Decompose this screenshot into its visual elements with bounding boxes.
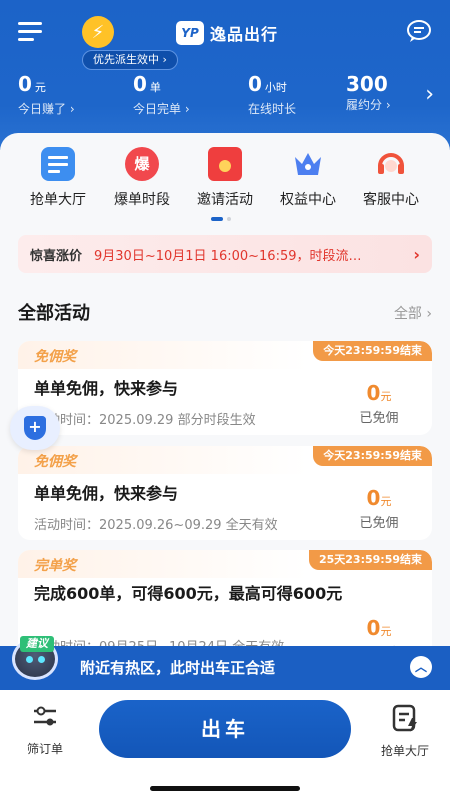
home-indicator xyxy=(150,786,300,791)
view-all-link[interactable]: 全部 › xyxy=(394,303,432,323)
quick-customer-service[interactable]: 客服中心 xyxy=(346,147,436,209)
crown-icon xyxy=(291,147,325,181)
card-tag: 完单奖 xyxy=(34,558,76,574)
order-hall-icon xyxy=(41,147,75,181)
card-tag: 免佣奖 xyxy=(34,349,76,365)
stat-online-hours: 0 小时 在线时长 xyxy=(248,72,297,116)
order-hall-icon xyxy=(392,704,417,732)
go-online-button[interactable]: 出车 xyxy=(99,700,351,758)
activity-card[interactable]: 免佣奖 今天23:59:59结束 单单免佣，快来参与 活动时间：2025.09.… xyxy=(18,446,432,540)
stats-more-icon[interactable]: › xyxy=(425,82,434,107)
activity-card[interactable]: 免佣奖 今天23:59:59结束 单单免佣，快来参与 活动时间：2025.09.… xyxy=(18,341,432,435)
stat-earnings[interactable]: 0元 今日赚了 › xyxy=(18,72,75,116)
surge-text: 9月30日~10月1日 16:00~16:59，时段流水惊... xyxy=(94,248,375,264)
brand-name: 逸品出行 xyxy=(210,25,279,44)
filter-sliders-icon xyxy=(34,706,56,726)
safety-shield-button[interactable]: + xyxy=(10,406,60,450)
hint-text: 附近有热区，此时出车正合适 xyxy=(80,659,276,677)
quick-order-hall[interactable]: 抢单大厅 xyxy=(13,147,103,209)
card-amount: 0元 已免佣 xyxy=(359,486,399,531)
stats-row: 0元 今日赚了 › 0单 今日完单 › 0 小时 在线时长 300 履约分 › › xyxy=(0,72,450,116)
card-meta: 活动时间：2025.09.29 部分时段生效 xyxy=(34,413,256,428)
surge-price-banner[interactable]: 惊喜涨价 9月30日~10月1日 16:00~16:59，时段流水惊... › xyxy=(18,235,432,273)
order-hall-tab[interactable]: 抢单大厅 xyxy=(370,704,440,759)
quick-actions: 抢单大厅 爆 爆单时段 邀请活动 权益中心 客服中心 xyxy=(0,147,450,227)
chevron-up-icon[interactable]: ︿ xyxy=(410,656,432,678)
bottom-bar: 筛订单 出车 抢单大厅 xyxy=(0,690,450,800)
card-tag: 免佣奖 xyxy=(34,454,76,470)
quick-burst-period[interactable]: 爆 爆单时段 xyxy=(97,147,187,209)
card-amount: 0元 已免佣 xyxy=(359,381,399,426)
card-title: 单单免佣，快来参与 xyxy=(34,379,179,398)
hotspot-hint-bar[interactable]: 附近有热区，此时出车正合适 ︿ xyxy=(0,638,450,690)
card-meta: 活动时间：2025.09.26~09.29 全天有效 xyxy=(34,518,278,533)
card-timer: 25天23:59:59结束 xyxy=(308,550,432,570)
filter-orders-tab[interactable]: 筛订单 xyxy=(10,704,80,757)
brand: YP 逸品出行 xyxy=(176,18,278,48)
surge-title: 惊喜涨价 xyxy=(30,248,83,264)
message-icon[interactable] xyxy=(406,19,432,43)
page-indicator xyxy=(211,217,241,221)
quick-invite[interactable]: 邀请活动 xyxy=(180,147,270,209)
top-bar: ⚡ YP 逸品出行 xyxy=(0,12,450,52)
activities-header: 全部活动 全部 › xyxy=(18,299,432,327)
priority-dispatch-badge[interactable]: 优先派生效中 › xyxy=(82,50,178,70)
quick-benefits[interactable]: 权益中心 xyxy=(263,147,353,209)
card-timer: 今天23:59:59结束 xyxy=(313,341,432,361)
shield-icon: + xyxy=(24,416,46,440)
menu-icon[interactable] xyxy=(18,22,44,42)
red-envelope-icon xyxy=(208,147,242,181)
headset-icon xyxy=(374,147,408,181)
section-title: 全部活动 xyxy=(18,303,90,324)
lightning-icon[interactable]: ⚡ xyxy=(82,16,114,48)
suggest-badge: 建议 xyxy=(20,636,54,652)
burst-period-icon: 爆 xyxy=(125,147,159,181)
chevron-right-icon: › xyxy=(413,244,420,264)
header: ⚡ YP 逸品出行 优先派生效中 › 0元 今日赚了 › 0单 今日完单 › 0… xyxy=(0,0,450,150)
main-panel: 抢单大厅 爆 爆单时段 邀请活动 权益中心 客服中心 惊喜涨价 9月30日~10… xyxy=(0,133,450,703)
card-title: 单单免佣，快来参与 xyxy=(34,484,179,503)
stat-completed-orders[interactable]: 0单 今日完单 › xyxy=(133,72,190,116)
stat-fulfillment-score[interactable]: 300 履约分 › xyxy=(346,72,391,116)
brand-logo: YP xyxy=(176,21,204,45)
card-timer: 今天23:59:59结束 xyxy=(313,446,432,466)
card-title: 完成600单，可得600元，最高可得600元 xyxy=(34,584,343,603)
